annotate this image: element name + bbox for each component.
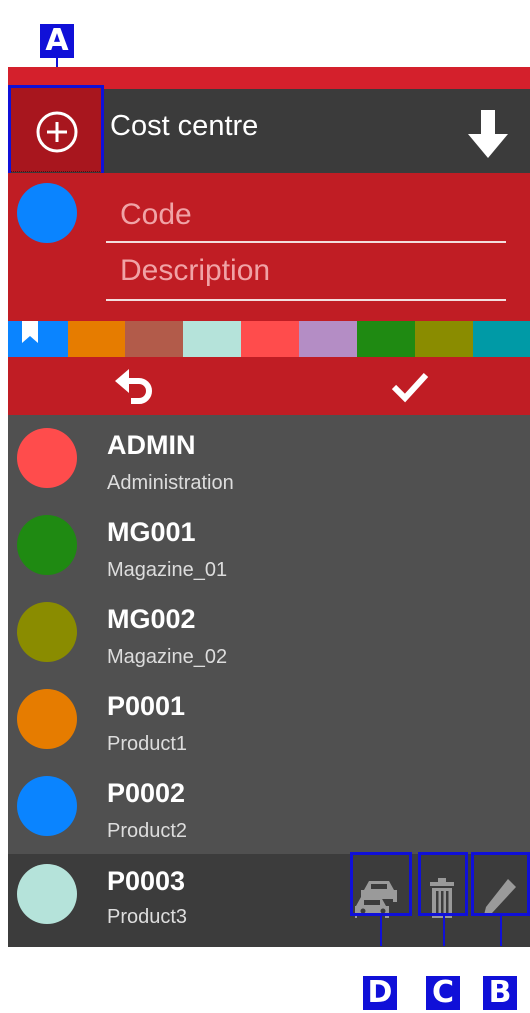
item-code: P0003: [107, 866, 186, 896]
page-title: Cost centre: [110, 110, 259, 142]
callout-d-frame: [350, 852, 412, 916]
item-description: Product3: [107, 906, 188, 928]
item-code: ADMIN: [107, 430, 196, 460]
item-description: Magazine_01: [107, 559, 228, 581]
callout-b-frame: [471, 852, 530, 916]
code-field-underline: [106, 241, 506, 243]
checkmark-icon[interactable]: [390, 370, 430, 404]
callout-d: D: [363, 976, 397, 1010]
callout-b: B: [483, 976, 517, 1010]
item-description: Product2: [107, 820, 188, 842]
callout-a-frame: [8, 85, 104, 179]
color-dot: [17, 515, 77, 575]
callout-c-leader: [443, 916, 445, 946]
code-field[interactable]: Code: [120, 198, 192, 232]
item-description: Product1: [107, 733, 188, 755]
callout-c: C: [426, 976, 460, 1010]
callout-c-frame: [418, 852, 468, 916]
color-dot: [17, 428, 77, 488]
swatch[interactable]: [183, 321, 241, 357]
item-code: MG002: [107, 604, 196, 634]
swatch[interactable]: [241, 321, 299, 357]
bookmark-icon: [22, 321, 38, 343]
color-dot: [17, 776, 77, 836]
swatch[interactable]: [125, 321, 183, 357]
item-code: MG001: [107, 517, 196, 547]
arrow-down-icon[interactable]: [466, 110, 510, 162]
item-description: Magazine_02: [107, 646, 228, 668]
editor-actions: [8, 357, 530, 415]
callout-a: A: [40, 24, 74, 58]
callout-d-leader: [380, 916, 382, 946]
color-dot: [17, 602, 77, 662]
swatch[interactable]: [68, 321, 125, 357]
color-dot: [17, 689, 77, 749]
swatch[interactable]: [473, 321, 530, 357]
color-dot: [17, 864, 77, 924]
color-picker-circle[interactable]: [17, 183, 77, 243]
swatch[interactable]: [415, 321, 473, 357]
undo-icon[interactable]: [113, 367, 157, 407]
description-field-underline: [106, 299, 506, 301]
swatch[interactable]: [299, 321, 357, 357]
callout-b-leader: [500, 916, 502, 946]
item-description: Administration: [107, 472, 234, 494]
item-code: P0001: [107, 691, 186, 721]
swatch[interactable]: [357, 321, 415, 357]
swatch-selected[interactable]: [8, 321, 68, 357]
item-code: P0002: [107, 778, 186, 808]
description-field[interactable]: Description: [120, 254, 270, 288]
